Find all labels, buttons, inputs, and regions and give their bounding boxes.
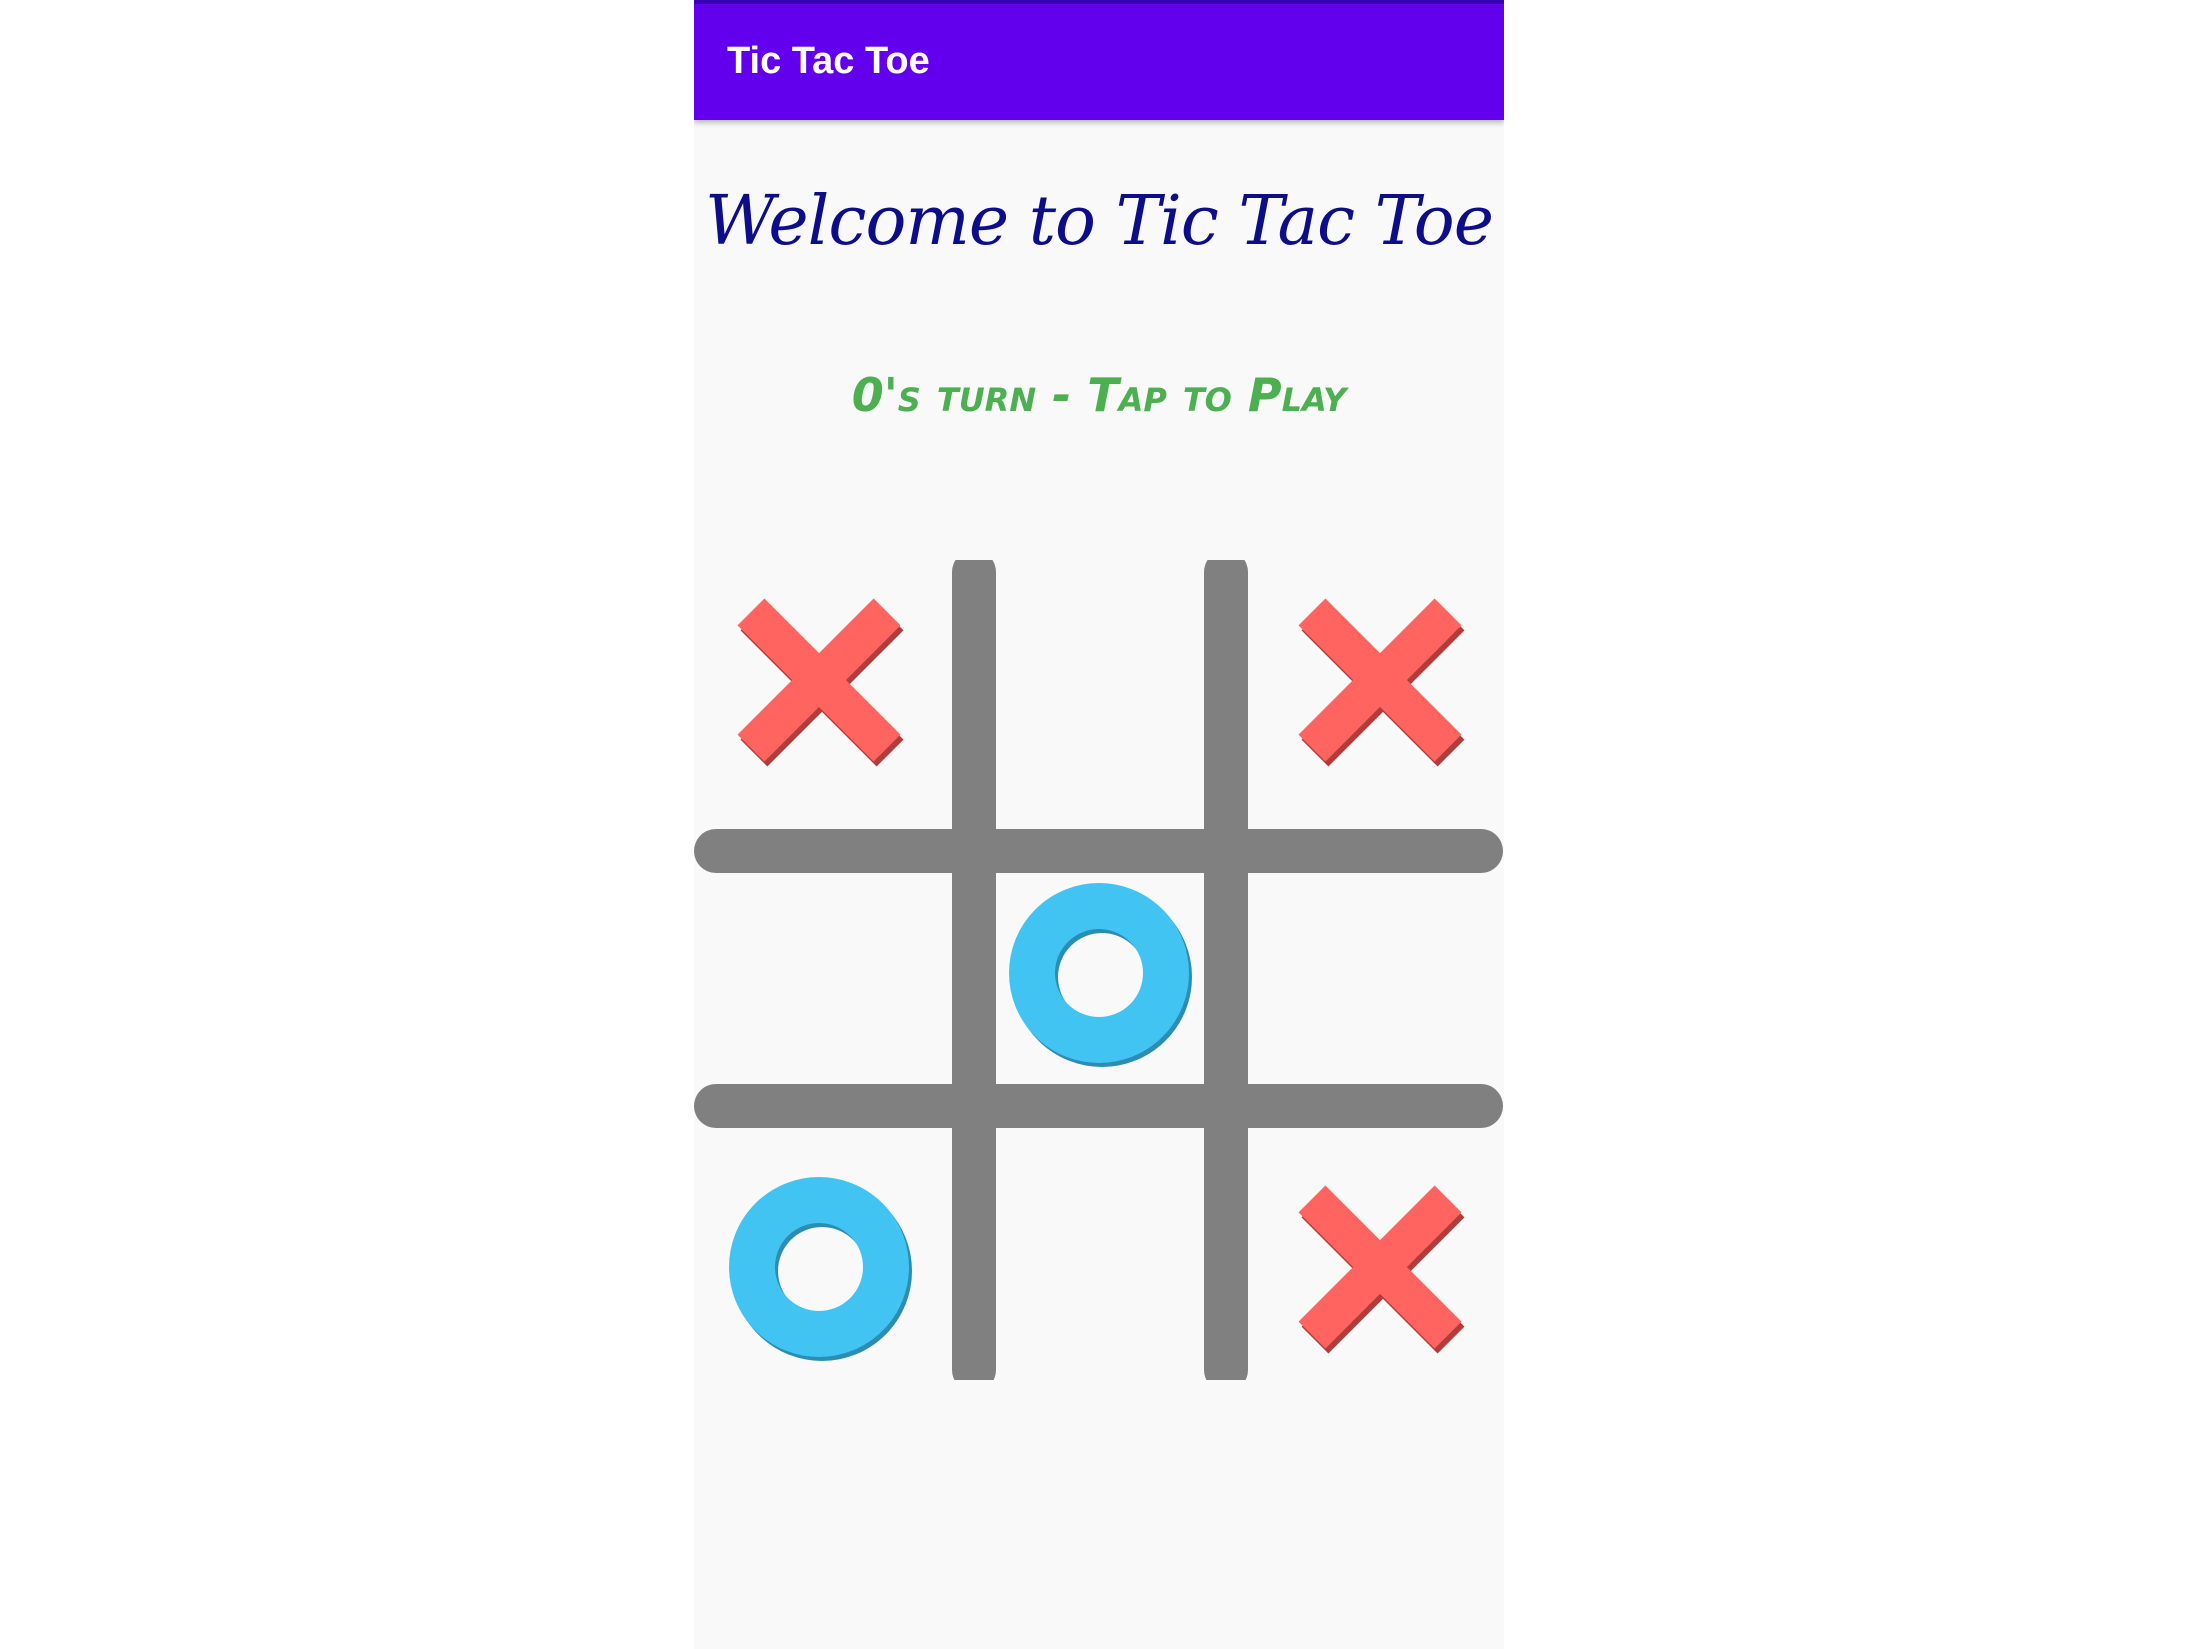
board-cell[interactable]	[1248, 1130, 1504, 1380]
board-cell[interactable]	[996, 1130, 1226, 1380]
app-title: Tic Tac Toe	[727, 40, 930, 82]
game-board	[694, 560, 1504, 1380]
board-cell[interactable]	[694, 875, 952, 1085]
turn-status: 0's turn - Tap to Play	[851, 368, 1347, 422]
board-cell[interactable]	[1248, 560, 1504, 830]
board-cell[interactable]	[996, 875, 1226, 1085]
welcome-heading: Welcome to Tic Tac Toe	[705, 182, 1494, 261]
app-bar: Tic Tac Toe	[694, 0, 1504, 120]
board-cell[interactable]	[996, 560, 1226, 830]
app-screen: Tic Tac Toe Welcome to Tic Tac Toe 0's t…	[694, 0, 1504, 1649]
board-cell[interactable]	[1248, 875, 1504, 1085]
board-cell[interactable]	[694, 1130, 952, 1380]
board-cell[interactable]	[694, 560, 952, 830]
